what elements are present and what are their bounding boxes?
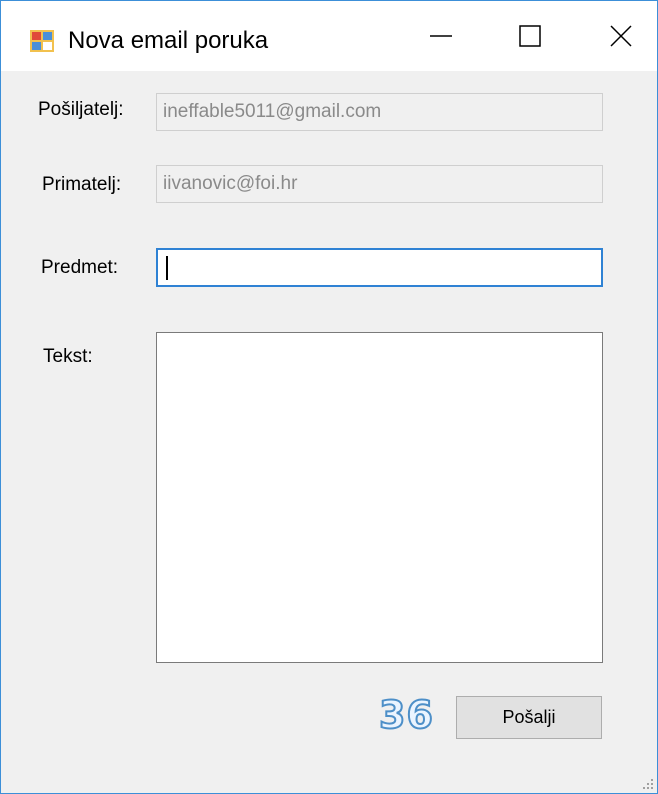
send-button[interactable]: Pošalji [456,696,602,739]
step-counter: 36 [378,692,434,738]
minimize-button[interactable] [405,1,477,71]
subject-input[interactable] [156,248,603,287]
close-button[interactable] [585,1,657,71]
window-title: Nova email poruka [68,27,269,54]
email-window: Nova email poruka Pošiljatelj: ineffable… [0,0,658,794]
recipient-label: Primatelj: [42,174,122,195]
app-icon [30,30,54,52]
title-bar[interactable]: Nova email poruka [1,1,657,71]
minimize-icon [430,35,452,37]
sender-field: ineffable5011@gmail.com [156,93,603,131]
sender-label: Pošiljatelj: [38,99,124,120]
text-caret [166,256,168,280]
maximize-button[interactable] [494,1,566,71]
maximize-icon [519,25,541,47]
close-icon [610,25,632,47]
resize-grip-icon[interactable] [639,775,655,791]
recipient-field: iivanovic@foi.hr [156,165,603,203]
body-textarea[interactable] [156,332,603,663]
subject-label: Predmet: [41,257,119,278]
body-label: Tekst: [43,346,93,367]
